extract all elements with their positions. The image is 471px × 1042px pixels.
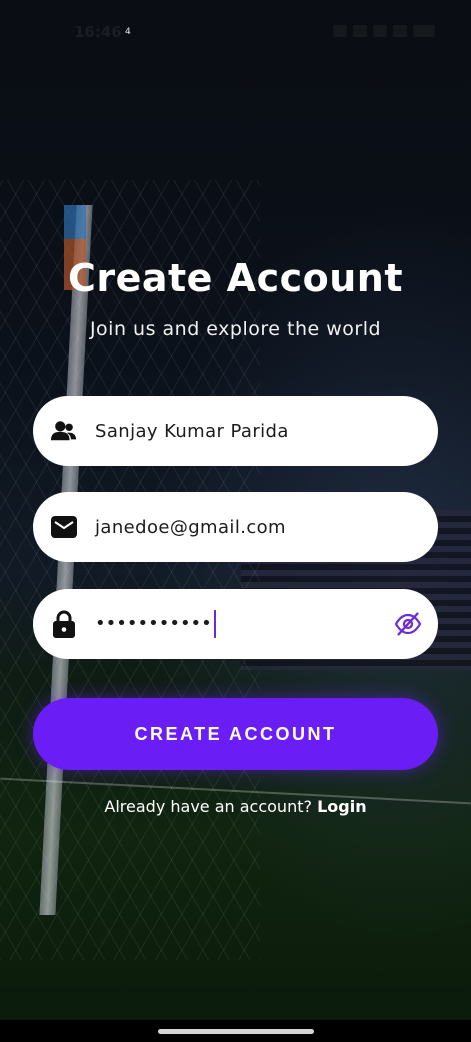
password-field[interactable]: ••••••••••• — [33, 589, 438, 659]
create-account-button[interactable]: CREATE ACCOUNT — [33, 698, 438, 770]
already-have-account-text: Already have an account? — [104, 797, 312, 816]
password-masked: ••••••••••• — [95, 613, 212, 634]
email-value: janedoe@gmail.com — [95, 516, 286, 538]
login-prompt: Already have an account? Login — [0, 797, 471, 816]
login-link[interactable]: Login — [317, 797, 367, 816]
name-field[interactable]: Sanjay Kumar Parida — [33, 396, 438, 466]
text-cursor — [213, 610, 216, 638]
signup-screen: Create Account Join us and explore the w… — [0, 0, 471, 1042]
lock-icon — [51, 610, 77, 638]
navigation-bar — [0, 1020, 471, 1042]
email-field[interactable]: janedoe@gmail.com — [33, 492, 438, 562]
eye-slash-icon[interactable] — [394, 611, 422, 637]
name-value: Sanjay Kumar Parida — [95, 420, 289, 442]
home-gesture-handle[interactable] — [158, 1029, 314, 1034]
password-value: ••••••••••• — [95, 610, 216, 638]
envelope-icon — [51, 514, 77, 540]
users-icon — [51, 418, 77, 444]
page-title: Create Account — [67, 256, 404, 300]
page-subtitle: Join us and explore the world — [89, 318, 382, 340]
